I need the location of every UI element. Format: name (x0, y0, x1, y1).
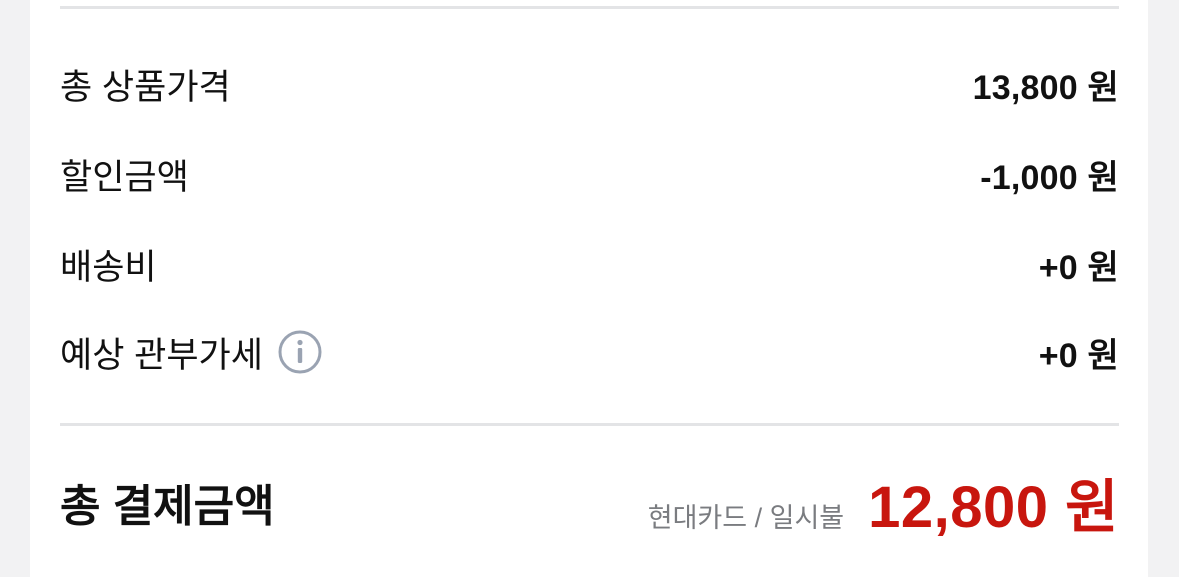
top-divider (60, 6, 1119, 9)
shipping-value: +0 원 (1038, 248, 1119, 287)
total-product-price-value: 13,800 원 (972, 68, 1119, 107)
total-divider (60, 423, 1119, 426)
discount-value: -1,000 원 (980, 158, 1119, 197)
row-estimated-customs: 예상 관부가세 +0 원 (60, 324, 1119, 380)
total-payment-label: 총 결제금액 (60, 482, 275, 531)
payment-method-text: 현대카드 / 일시불 (647, 503, 845, 533)
total-payment-amount: 12,800 원 (868, 475, 1119, 540)
shipping-label: 배송비 (60, 247, 157, 287)
estimated-customs-label-group: 예상 관부가세 (60, 327, 323, 378)
discount-label: 할인금액 (60, 157, 189, 197)
estimated-customs-label: 예상 관부가세 (60, 335, 263, 375)
total-payment-row: 총 결제금액 현대카드 / 일시불 12,800 원 (60, 462, 1119, 542)
total-payment-right: 현대카드 / 일시불 12,800 원 (648, 460, 1119, 544)
estimated-customs-value: +0 원 (1038, 336, 1119, 375)
payment-summary-card: 총 상품가격 13,800 원 할인금액 -1,000 원 배송비 +0 원 예… (30, 0, 1148, 577)
total-product-price-label: 총 상품가격 (60, 67, 231, 107)
row-discount: 할인금액 -1,000 원 (60, 146, 1119, 202)
row-total-product-price: 총 상품가격 13,800 원 (60, 56, 1119, 112)
info-icon[interactable] (277, 329, 323, 375)
row-shipping: 배송비 +0 원 (60, 236, 1119, 292)
